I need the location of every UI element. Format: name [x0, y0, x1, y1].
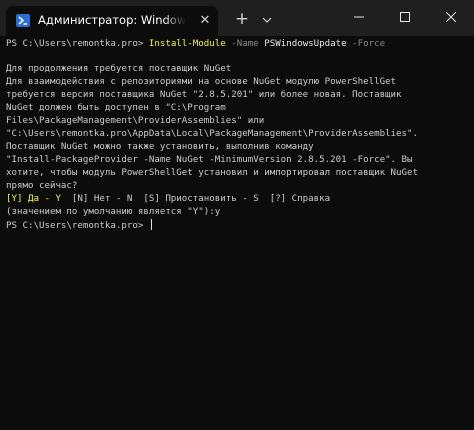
message-line: требуется версия поставщика NuGet "2.8.5… — [6, 90, 402, 100]
plus-icon[interactable]: + — [232, 9, 252, 29]
powershell-icon — [16, 14, 30, 27]
title-bar[interactable]: Администратор: Windows PowerShell ✕ + — [0, 0, 474, 36]
message-line: NuGet должен быть доступен в "C:\Program — [6, 103, 226, 113]
message-line: хотите, чтобы модуль PowerShellGet устан… — [6, 168, 419, 178]
default-line: (значением по умолчанию является "Y"):y — [6, 207, 221, 217]
default-choice: [Y] Да - Y — [6, 194, 61, 204]
tab-title: Администратор: Windows PowerShell — [38, 13, 186, 27]
parameter: -Name — [225, 39, 265, 49]
message-line: Поставщик NuGet можно также установить, … — [6, 142, 314, 152]
chevron-down-icon[interactable] — [258, 9, 276, 29]
message-line: "C:\Users\remontka.pro\AppData\Local\Pac… — [6, 129, 419, 139]
terminal-window: Администратор: Windows PowerShell ✕ + PS… — [0, 0, 474, 430]
final-prompt-line[interactable]: PS C:\Users\remontka.pro> — [6, 219, 152, 232]
close-icon[interactable]: ✕ — [196, 12, 214, 30]
argument: PSWindowsUpdate — [264, 39, 347, 49]
message-line: "Install-PackageProvider -Name NuGet -Mi… — [6, 155, 413, 165]
maximize-icon[interactable] — [382, 0, 428, 34]
text-cursor — [150, 219, 152, 230]
close-window-icon[interactable] — [428, 0, 474, 34]
command-line: PS C:\Users\remontka.pro> Install-Module… — [6, 38, 385, 51]
tab-powershell[interactable]: Администратор: Windows PowerShell ✕ — [6, 6, 218, 36]
minimize-icon[interactable] — [336, 0, 382, 34]
message-line: прямо сейчас? — [6, 181, 78, 191]
prompt: PS C:\Users\remontka.pro> — [6, 221, 149, 231]
message-line: Files\PackageManagement\ProviderAssembli… — [6, 116, 265, 126]
message-line: Для взаимодействия с репозиториями на ос… — [6, 77, 397, 87]
choice-line: [Y] Да - Y [N] Нет - N [S] Приостановить… — [6, 193, 330, 206]
parameter: -Force — [346, 39, 386, 49]
command-name: Install-Module — [148, 39, 226, 49]
message-line: Для продолжения требуется поставщик NuGe… — [6, 64, 232, 74]
console-output[interactable]: PS C:\Users\remontka.pro> Install-Module… — [6, 38, 472, 424]
prompt: PS C:\Users\remontka.pro> — [6, 39, 149, 49]
other-choices: [N] Нет - N [S] Приостановить - S [?] Сп… — [60, 194, 331, 204]
